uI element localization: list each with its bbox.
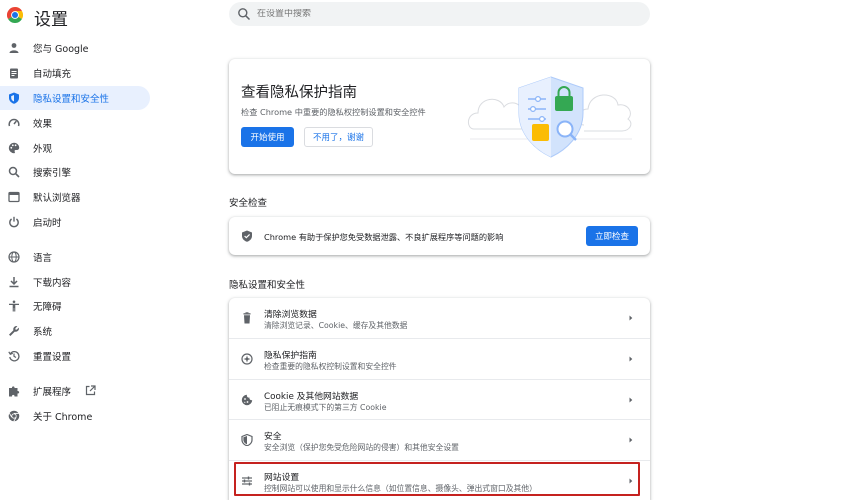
row-site-settings[interactable]: 网站设置 控制网站可以使用和显示什么信息（如位置信息、摄像头、弹出式窗口及其他） xyxy=(229,460,650,500)
row-subtitle: 清除浏览记录、Cookie、缓存及其他数据 xyxy=(264,321,408,330)
puzzle-icon xyxy=(9,386,20,397)
sidebar-item-label: 效果 xyxy=(33,118,53,130)
row-subtitle: 检查重要的隐私权控制设置和安全控件 xyxy=(264,362,397,371)
sidebar-item-default-browser[interactable]: 默认浏览器 xyxy=(0,185,150,210)
chrome-icon xyxy=(8,410,20,422)
sidebar-item-label: 下载内容 xyxy=(33,277,72,289)
sidebar-item-label: 启动时 xyxy=(33,217,62,229)
sidebar-item-label: 搜索引擎 xyxy=(33,168,72,180)
sidebar-item-label: 语言 xyxy=(33,252,53,264)
sidebar-item-autofill[interactable]: 自动填充 xyxy=(0,61,150,86)
sidebar-divider xyxy=(0,234,150,244)
search-icon xyxy=(8,167,20,178)
browser-icon xyxy=(8,192,20,203)
sidebar-item-label: 无障碍 xyxy=(33,302,62,314)
palette-icon xyxy=(8,142,20,153)
row-cookies-site-data[interactable]: Cookie 及其他网站数据 已阻止无痕模式下的第三方 Cookie xyxy=(229,379,650,419)
chevron-right-icon xyxy=(629,478,633,484)
cookie-icon xyxy=(241,394,253,406)
globe-icon xyxy=(8,251,20,263)
row-title: Cookie 及其他网站数据 xyxy=(264,392,359,402)
sidebar-item-label: 外观 xyxy=(33,143,53,155)
row-subtitle: 控制网站可以使用和显示什么信息（如位置信息、摄像头、弹出式窗口及其他） xyxy=(264,484,537,493)
accessibility-icon xyxy=(9,300,19,312)
compass-icon xyxy=(241,353,253,365)
sidebar-item-label: 重置设置 xyxy=(33,351,72,363)
privacy-settings-list: 清除浏览数据 清除浏览记录、Cookie、缓存及其他数据 隐私保护指南 检查重要… xyxy=(229,298,650,500)
no-thanks-button[interactable]: 不用了，谢谢 xyxy=(304,127,373,147)
row-title: 清除浏览数据 xyxy=(264,310,317,320)
row-title: 网站设置 xyxy=(264,473,300,483)
get-started-button[interactable]: 开始使用 xyxy=(241,127,294,147)
row-title: 安全 xyxy=(264,432,282,442)
search-input[interactable] xyxy=(257,9,637,19)
row-clear-browsing-data[interactable]: 清除浏览数据 清除浏览记录、Cookie、缓存及其他数据 xyxy=(229,298,650,338)
sidebar-item-reset-settings[interactable]: 重置设置 xyxy=(0,344,150,369)
promo-description: 检查 Chrome 中重要的隐私权控制设置和安全控件 xyxy=(241,107,426,117)
sliders-icon xyxy=(242,476,252,486)
sidebar-item-downloads[interactable]: 下载内容 xyxy=(0,269,150,294)
safety-check-description: Chrome 有助于保护您免受数据泄露、不良扩展程序等问题的影响 xyxy=(264,232,504,242)
external-link-icon xyxy=(85,385,96,396)
sidebar-item-system[interactable]: 系统 xyxy=(0,319,150,344)
row-subtitle: 安全浏览（保护您免受危险网站的侵害）和其他安全设置 xyxy=(264,443,459,452)
sidebar-item-accessibility[interactable]: 无障碍 xyxy=(0,294,150,319)
promo-title: 查看隐私保护指南 xyxy=(241,85,357,101)
row-subtitle: 已阻止无痕模式下的第三方 Cookie xyxy=(264,403,387,412)
chevron-right-icon xyxy=(629,315,633,321)
clipboard-icon xyxy=(10,68,18,79)
chevron-right-icon xyxy=(629,397,633,403)
row-security[interactable]: 安全 安全浏览（保护您免受危险网站的侵害）和其他安全设置 xyxy=(229,419,650,459)
search-icon xyxy=(238,8,251,21)
sidebar-item-label: 默认浏览器 xyxy=(33,193,81,205)
sidebar: 您与 Google 自动填充 隐私设置和安全性 效果 外观 搜索引擎 默认浏览器… xyxy=(0,36,150,428)
speedometer-icon xyxy=(8,118,20,127)
privacy-guide-promo-card: 查看隐私保护指南 检查 Chrome 中重要的隐私权控制设置和安全控件 开始使用… xyxy=(229,59,650,174)
shield-icon xyxy=(241,434,253,446)
sidebar-item-performance[interactable]: 效果 xyxy=(0,110,150,135)
row-title: 隐私保护指南 xyxy=(264,351,317,361)
sidebar-divider xyxy=(0,368,150,378)
download-icon xyxy=(9,276,19,287)
history-icon xyxy=(8,350,20,362)
shield-icon xyxy=(9,92,19,104)
sidebar-item-label: 扩展程序 xyxy=(33,386,72,398)
chrome-logo-icon xyxy=(7,7,23,23)
chevron-right-icon xyxy=(629,437,633,443)
sidebar-item-label: 隐私设置和安全性 xyxy=(33,93,110,105)
page-title: 设置 xyxy=(34,10,68,30)
sidebar-item-extensions[interactable]: 扩展程序 xyxy=(0,378,150,403)
sidebar-item-privacy-security[interactable]: 隐私设置和安全性 xyxy=(0,85,150,111)
safety-check-heading: 安全检查 xyxy=(229,198,268,209)
search-bar[interactable] xyxy=(229,2,650,26)
sidebar-item-appearance[interactable]: 外观 xyxy=(0,135,150,160)
sidebar-item-on-startup[interactable]: 启动时 xyxy=(0,210,150,235)
privacy-security-heading: 隐私设置和安全性 xyxy=(229,280,306,291)
safety-check-card: Chrome 有助于保护您免受数据泄露、不良扩展程序等问题的影响 立即检查 xyxy=(229,217,650,255)
sidebar-item-label: 自动填充 xyxy=(33,69,72,81)
sidebar-item-you-and-google[interactable]: 您与 Google xyxy=(0,36,150,61)
person-icon xyxy=(9,43,19,54)
sidebar-item-search-engine[interactable]: 搜索引擎 xyxy=(0,160,150,185)
privacy-shield-illustration xyxy=(468,76,632,158)
sidebar-item-label: 系统 xyxy=(33,327,53,339)
trash-icon xyxy=(243,312,251,324)
sidebar-item-label: 关于 Chrome xyxy=(33,411,93,423)
wrench-icon xyxy=(9,326,19,337)
sidebar-item-languages[interactable]: 语言 xyxy=(0,244,150,269)
check-now-button[interactable]: 立即检查 xyxy=(586,226,638,246)
power-icon xyxy=(9,216,19,228)
shield-check-icon xyxy=(242,230,252,242)
sidebar-item-label: 您与 Google xyxy=(33,44,89,56)
sidebar-item-about-chrome[interactable]: 关于 Chrome xyxy=(0,403,150,428)
row-privacy-guide[interactable]: 隐私保护指南 检查重要的隐私权控制设置和安全控件 xyxy=(229,338,650,378)
chevron-right-icon xyxy=(629,356,633,362)
